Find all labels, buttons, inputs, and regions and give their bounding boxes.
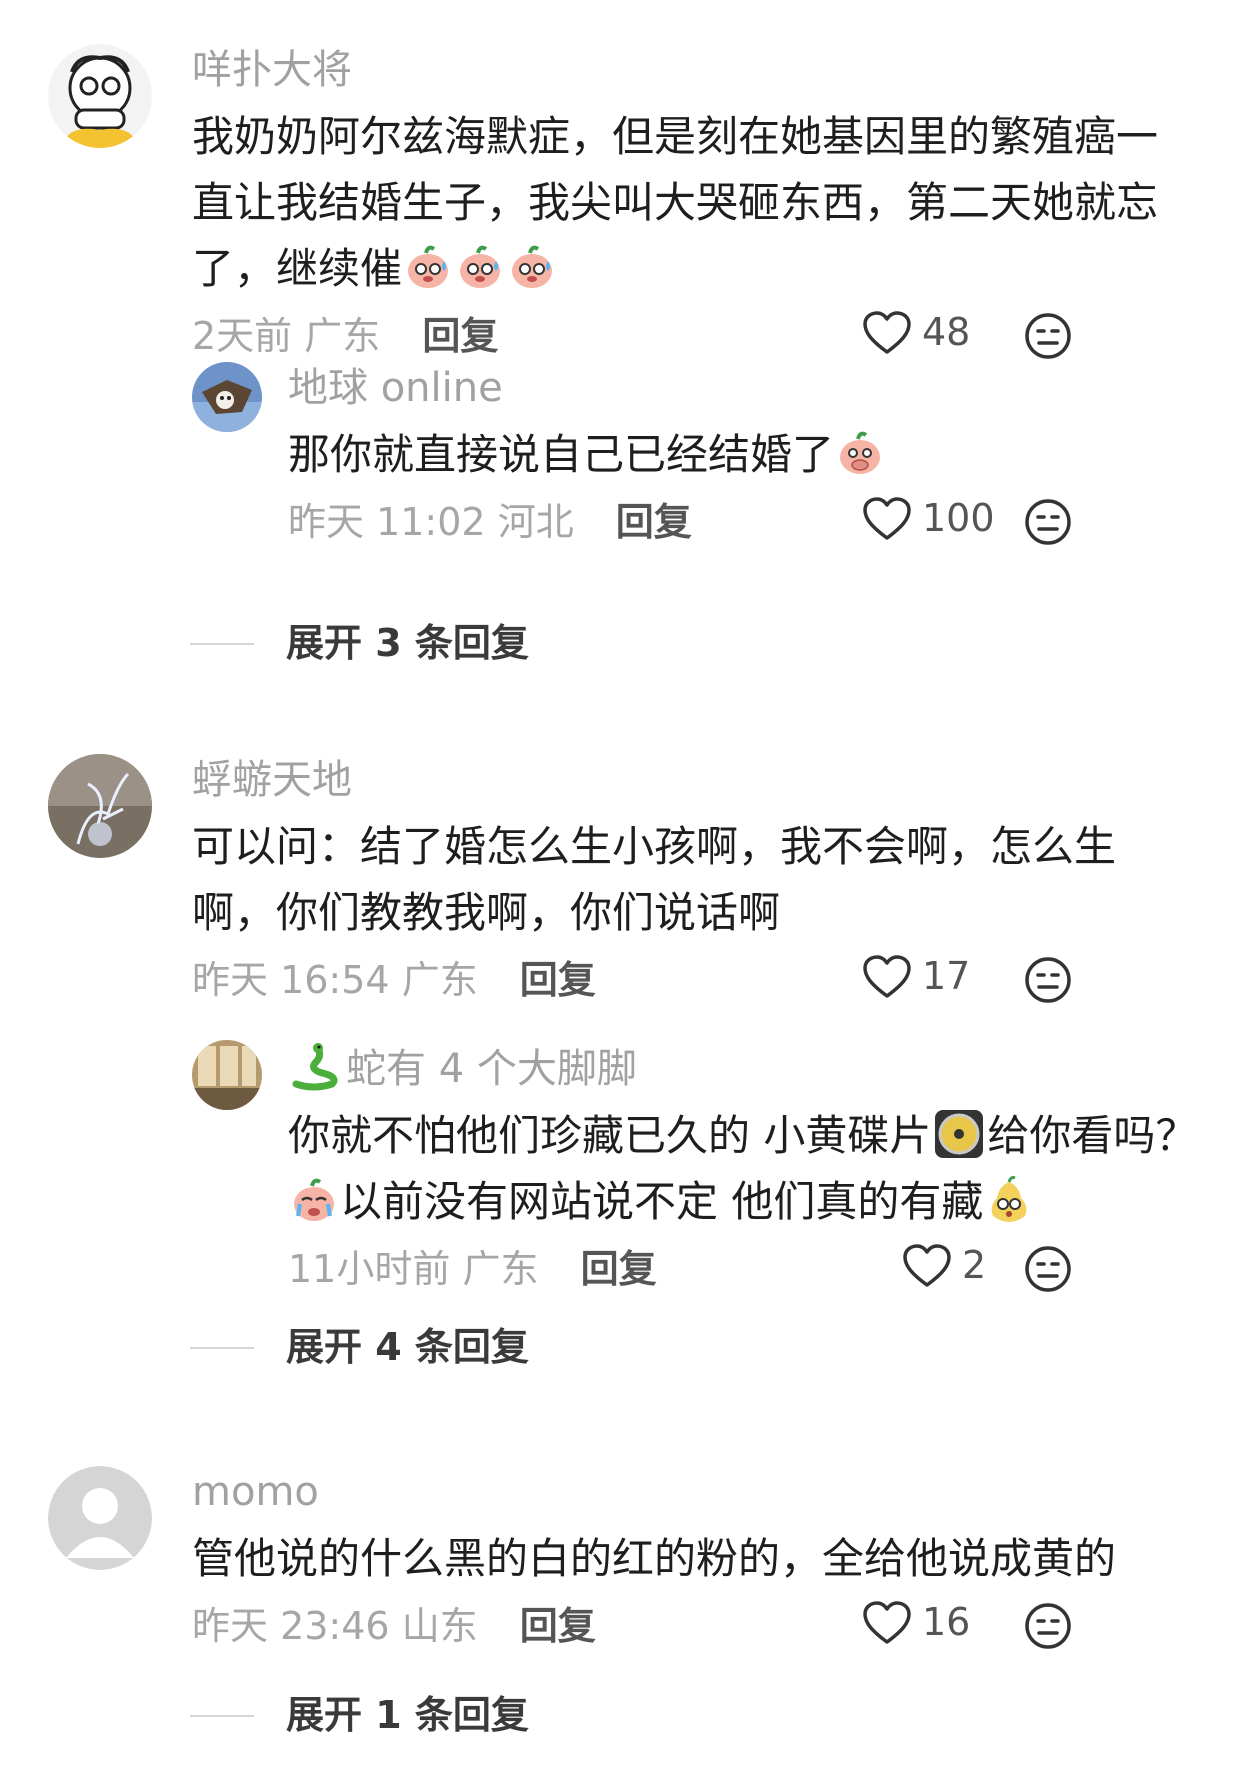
comment-meta: 2天前 广东 回复 48 (192, 308, 1198, 364)
surprised-pear-emoji (992, 1176, 1027, 1222)
divider (190, 643, 254, 645)
reply-meta: 11小时前 广东 回复 2 (288, 1241, 1198, 1297)
reply-location: 河北 (497, 500, 574, 544)
reply-body: 地球 online 那你就直接说自己已经结婚了 昨天 11:02 河北 回复 1… (288, 362, 1198, 550)
reply-button[interactable]: 回复 (581, 1241, 657, 1297)
expand-replies-label: 展开 1 条回复 (286, 1693, 529, 1737)
dislike-face-icon[interactable] (1024, 1245, 1072, 1293)
reply-text-part-b: 给你看吗？ (987, 1111, 1198, 1160)
username[interactable]: 蛇有 4 个大脚脚 (346, 1046, 637, 1092)
disc-emoji (935, 1110, 984, 1158)
heart-icon (863, 311, 911, 354)
comment-meta: 昨天 16:54 广东 回复 17 (192, 952, 1198, 1008)
comment-text-content: 我奶奶阿尔兹海默症，但是刻在她基因里的繁殖癌一直让我结婚生子，我尖叫大哭砸东西，… (192, 112, 1159, 293)
dislike-face-icon[interactable] (1024, 312, 1072, 360)
reply-time: 11小时前 (288, 1247, 451, 1291)
like-count: 17 (922, 954, 971, 998)
reply-body: 蛇有 4 个大脚脚 你就不怕他们珍藏已久的 小黄碟片 给你看吗？以前没有网站说不定… (288, 1040, 1198, 1297)
reply-button[interactable]: 回复 (616, 494, 692, 550)
reply-button[interactable]: 回复 (520, 1598, 596, 1654)
dislike-face-icon[interactable] (1024, 956, 1072, 1004)
reply-time: 昨天 11:02 (288, 500, 486, 544)
sweating-peach-emoji (460, 245, 501, 288)
expand-replies-label: 展开 4 条回复 (286, 1325, 529, 1369)
comment-time: 2天前 (192, 314, 293, 358)
comment-text: 我奶奶阿尔兹海默症，但是刻在她基因里的繁殖癌一直让我结婚生子，我尖叫大哭砸东西，… (192, 104, 1198, 302)
covering-mouth-peach-emoji (840, 431, 881, 474)
expand-replies-label: 展开 3 条回复 (286, 621, 529, 665)
divider (190, 1715, 254, 1717)
like-count: 16 (922, 1600, 971, 1644)
crying-peach-emoji (294, 1178, 334, 1221)
comment-location: 山东 (401, 1604, 478, 1648)
comment-location: 广东 (304, 314, 381, 358)
comment-meta: 昨天 23:46 山东 回复 16 (192, 1598, 1198, 1654)
username[interactable]: 咩扑大将 (192, 44, 1198, 96)
username-row: 蛇有 4 个大脚脚 (288, 1040, 1198, 1095)
comment-body: 蜉蝣天地 可以问：结了婚怎么生小孩啊，我不会啊，怎么生啊，你们教教我啊，你们说话… (192, 754, 1198, 1008)
reply-text: 你就不怕他们珍藏已久的 小黄碟片 给你看吗？以前没有网站说不定 他们真的有藏 (288, 1103, 1198, 1235)
sweating-peach-emoji (512, 245, 553, 288)
reply-text-part-a: 你就不怕他们珍藏已久的 小黄碟片 (288, 1111, 932, 1160)
reply-meta: 昨天 11:02 河北 回复 100 (288, 494, 1198, 550)
dislike-face-icon[interactable] (1024, 498, 1072, 546)
reply-button[interactable]: 回复 (520, 952, 596, 1008)
avatar[interactable] (48, 754, 152, 858)
heart-icon (863, 1601, 911, 1644)
reply-location: 广东 (462, 1247, 539, 1291)
avatar[interactable] (48, 44, 152, 148)
heart-icon (863, 497, 911, 540)
like-count: 100 (922, 496, 995, 540)
avatar[interactable] (48, 1466, 152, 1570)
comment-text: 管他说的什么黑的白的红的粉的，全给他说成黄的 (192, 1534, 1117, 1583)
avatar[interactable] (192, 1040, 262, 1110)
reply-text: 那你就直接说自己已经结婚了 (288, 422, 1198, 488)
comment-text: 可以问：结了婚怎么生小孩啊，我不会啊，怎么生啊，你们教教我啊，你们说话啊 (192, 822, 1117, 937)
snake-emoji (292, 1043, 338, 1091)
username[interactable]: momo (192, 1466, 1198, 1518)
comment-body: momo 管他说的什么黑的白的红的粉的，全给他说成黄的 昨天 23:46 山东 … (192, 1466, 1198, 1654)
username[interactable]: 蜉蝣天地 (192, 754, 1198, 806)
divider (190, 1347, 254, 1349)
comment-body: 咩扑大将 我奶奶阿尔兹海默症，但是刻在她基因里的繁殖癌一直让我结婚生子，我尖叫大… (192, 44, 1198, 364)
username[interactable]: 地球 online (288, 362, 1198, 414)
reply-text-content: 那你就直接说自己已经结婚了 (288, 430, 835, 479)
sweating-peach-emoji (408, 245, 449, 288)
like-count: 48 (922, 310, 971, 354)
dislike-face-icon[interactable] (1024, 1602, 1072, 1650)
comment-time: 昨天 23:46 (192, 1604, 390, 1648)
comment-location: 广东 (401, 958, 478, 1002)
comment-time: 昨天 16:54 (192, 958, 390, 1002)
reply-text-part-c: 以前没有网站说不定 他们真的有藏 (340, 1177, 984, 1226)
heart-icon (863, 955, 911, 998)
like-count: 2 (962, 1243, 987, 1287)
heart-icon (903, 1244, 951, 1287)
avatar[interactable] (192, 362, 262, 432)
reply-button[interactable]: 回复 (422, 308, 498, 364)
